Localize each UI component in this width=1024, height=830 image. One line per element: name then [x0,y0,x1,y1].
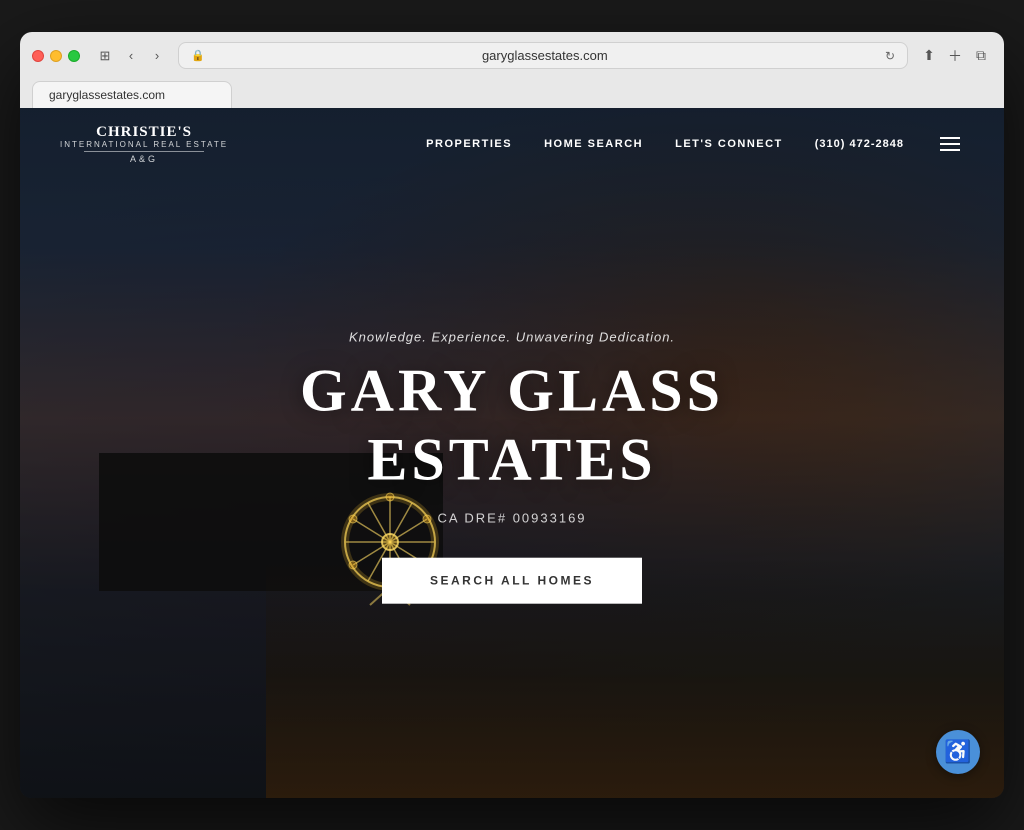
minimize-button[interactable] [50,50,62,62]
logo-akg: A&G [130,154,158,164]
maximize-button[interactable] [68,50,80,62]
address-bar-row: 🔒 garyglassestates.com ↻ [178,42,908,69]
logo-christies: CHRISTIE'S [96,124,192,141]
nav-properties[interactable]: PROPERTIES [426,138,512,150]
logo-divider [84,151,204,152]
tab-bar: garyglassestates.com [32,77,992,108]
nav-lets-connect[interactable]: LET'S CONNECT [675,138,783,150]
url-text: garyglassestates.com [211,48,879,63]
hamburger-line-3 [940,149,960,151]
hero-title: GARY GLASS ESTATES [162,357,862,495]
close-button[interactable] [32,50,44,62]
reload-icon[interactable]: ↻ [885,49,895,63]
nav-phone[interactable]: (310) 472-2848 [815,138,904,150]
nav-home-search[interactable]: HOME SEARCH [544,138,643,150]
traffic-lights [32,50,80,62]
navbar: CHRISTIE'S INTERNATIONAL REAL ESTATE A&G… [20,108,1004,180]
window-grid-icon[interactable]: ⊞ [94,45,116,67]
back-button[interactable]: ‹ [120,45,142,67]
accessibility-button[interactable]: ♿ [936,730,980,774]
accessibility-icon: ♿ [944,739,971,765]
logo-subtitle: INTERNATIONAL REAL ESTATE [60,140,228,149]
search-all-homes-button[interactable]: SEARCH ALL HOMES [382,558,642,604]
browser-window: ⊞ ‹ › 🔒 garyglassestates.com ↻ ⬆ ＋ ⧉ gar… [20,32,1004,798]
tabs-icon[interactable]: ⧉ [970,45,992,67]
browser-controls: ⊞ ‹ › [94,45,168,67]
hamburger-line-2 [940,143,960,145]
nav-links: PROPERTIES HOME SEARCH LET'S CONNECT (31… [426,133,964,155]
active-tab[interactable]: garyglassestates.com [32,81,232,108]
browser-actions: ⬆ ＋ ⧉ [918,45,992,67]
logo[interactable]: CHRISTIE'S INTERNATIONAL REAL ESTATE A&G [60,124,228,165]
hero-tagline: Knowledge. Experience. Unwavering Dedica… [162,330,862,345]
lock-icon: 🔒 [191,49,205,62]
share-icon[interactable]: ⬆ [918,45,940,67]
hero-dre: CA DRE# 00933169 [162,511,862,526]
hamburger-line-1 [940,137,960,139]
website-content: CHRISTIE'S INTERNATIONAL REAL ESTATE A&G… [20,108,1004,798]
hero-content: Knowledge. Experience. Unwavering Dedica… [162,330,862,604]
forward-button[interactable]: › [146,45,168,67]
address-bar[interactable]: 🔒 garyglassestates.com ↻ [178,42,908,69]
hamburger-menu[interactable] [936,133,964,155]
browser-chrome: ⊞ ‹ › 🔒 garyglassestates.com ↻ ⬆ ＋ ⧉ gar… [20,32,1004,108]
new-tab-icon[interactable]: ＋ [944,45,966,67]
